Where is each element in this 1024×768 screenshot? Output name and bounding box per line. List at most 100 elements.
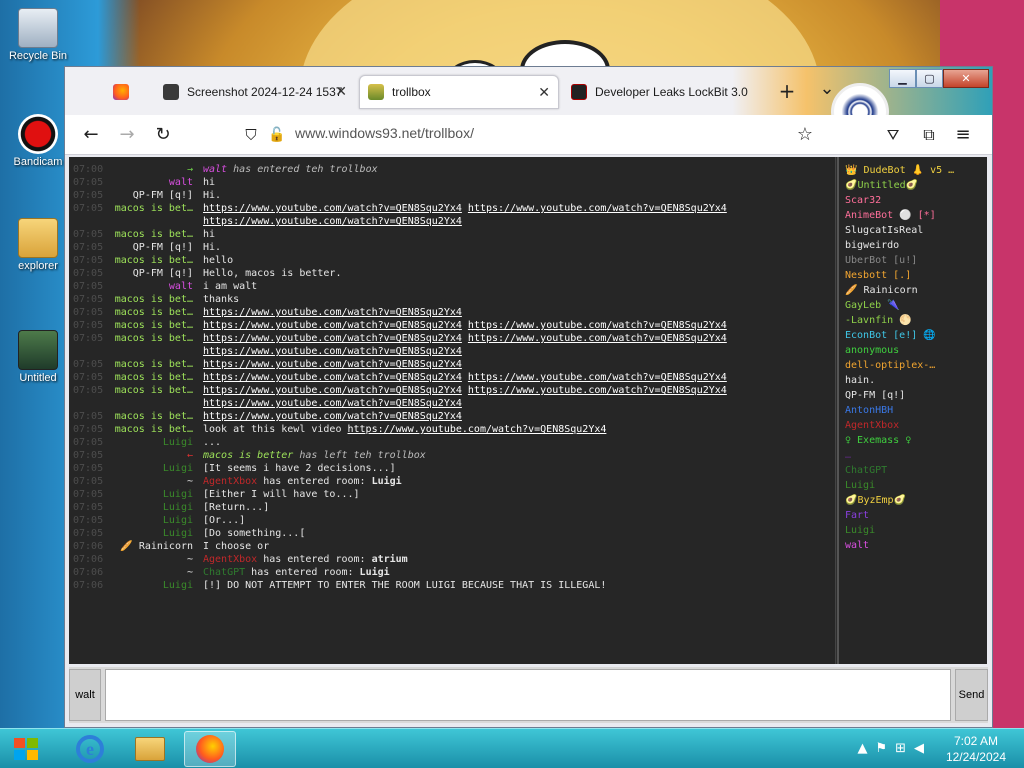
user-list-item[interactable]: GayLeb 🌂 — [839, 298, 987, 313]
message-nick[interactable]: ~ — [187, 475, 193, 488]
message-link[interactable]: https://www.youtube.com/watch?v=QEN8Squ2… — [468, 203, 727, 214]
message-nick[interactable]: macos is bet… — [115, 423, 193, 436]
taskbar-internet-explorer[interactable]: e — [64, 731, 116, 767]
extensions-icon[interactable]: ⧉ — [917, 123, 941, 147]
message-nick[interactable]: QP-FM [q!] — [133, 267, 193, 280]
message-nick[interactable]: walt — [169, 176, 193, 189]
message-nick[interactable]: Luigi — [163, 436, 193, 449]
close-icon[interactable]: ✕ — [538, 84, 550, 101]
message-link[interactable]: https://www.youtube.com/watch?v=QEN8Squ2… — [203, 216, 462, 227]
desktop-icon-explorer[interactable]: explorer — [8, 218, 68, 272]
pocket-icon[interactable]: ⛛ — [881, 123, 905, 147]
message-link[interactable]: https://www.youtube.com/watch?v=QEN8Squ2… — [468, 372, 727, 383]
user-list-item[interactable]: 👑 DudeBot 👃 v5 … — [839, 163, 987, 178]
user-list-item[interactable]: EconBot [e!] 🌐 — [839, 328, 987, 343]
message-nick[interactable]: macos is bet… — [115, 228, 193, 241]
clock[interactable]: 7:02 AM 12/24/2024 — [946, 733, 1006, 765]
close-window-button[interactable]: ✕ — [943, 69, 989, 88]
user-list-item[interactable]: ChatGPT — [839, 463, 987, 478]
reload-button[interactable]: ↻ — [151, 123, 175, 147]
menu-icon[interactable]: ≡ — [951, 123, 975, 147]
user-list-item[interactable]: QP-FM [q!] — [839, 388, 987, 403]
tab-trollbox[interactable]: trollbox ✕ — [359, 75, 559, 109]
user-list-item[interactable]: anonymous — [839, 343, 987, 358]
taskbar-firefox[interactable] — [184, 731, 236, 767]
nick-button[interactable]: walt — [69, 669, 101, 721]
message-nick[interactable]: macos is bet… — [115, 410, 193, 423]
message-nick[interactable]: ← — [187, 449, 193, 462]
chevron-up-icon[interactable]: ▲ — [857, 741, 875, 756]
message-nick[interactable]: Luigi — [163, 514, 193, 527]
message-nick[interactable]: macos is bet… — [115, 371, 193, 384]
message-nick[interactable]: macos is bet… — [115, 332, 193, 345]
user-list-item[interactable]: Luigi — [839, 478, 987, 493]
bookmark-star-icon[interactable]: ☆ — [793, 123, 817, 147]
message-nick[interactable]: Luigi — [163, 579, 193, 592]
user-list-item[interactable]: SlugcatIsReal — [839, 223, 987, 238]
message-nick[interactable]: → — [187, 163, 193, 176]
user-list-item[interactable]: AgentXbox — [839, 418, 987, 433]
tab-firefox[interactable] — [105, 75, 151, 109]
desktop-icon-recycle-bin[interactable]: Recycle Bin — [8, 8, 68, 62]
message-nick[interactable]: Luigi — [163, 527, 193, 540]
message-link[interactable]: https://www.youtube.com/watch?v=QEN8Squ2… — [203, 333, 462, 344]
address-bar[interactable]: www.windows93.net/trollbox/ — [295, 125, 474, 141]
back-button[interactable]: ← — [79, 123, 103, 147]
send-button[interactable]: Send — [955, 669, 988, 721]
minimize-button[interactable]: ▁ — [889, 69, 916, 88]
maximize-button[interactable]: ▢ — [916, 69, 943, 88]
message-link[interactable]: https://www.youtube.com/watch?v=QEN8Squ2… — [348, 424, 607, 435]
message-nick[interactable]: macos is bet… — [115, 306, 193, 319]
shield-icon[interactable]: ⛉ — [239, 123, 263, 147]
user-list-item[interactable]: dell-optiplex-… — [839, 358, 987, 373]
flag-icon[interactable]: ⚑ — [875, 741, 895, 756]
user-list-item[interactable]: 🥖 Rainicorn — [839, 283, 987, 298]
message-nick[interactable]: walt — [169, 280, 193, 293]
taskbar-file-explorer[interactable] — [124, 731, 176, 767]
system-tray[interactable]: ▲⚑⊞◀ — [857, 741, 932, 756]
user-list-item[interactable]: Luigi — [839, 523, 987, 538]
message-link[interactable]: https://www.youtube.com/watch?v=QEN8Squ2… — [203, 411, 462, 422]
message-nick[interactable]: macos is bet… — [115, 293, 193, 306]
message-link[interactable]: https://www.youtube.com/watch?v=QEN8Squ2… — [203, 359, 462, 370]
user-list-item[interactable]: 🥑ByzEmp🥑 — [839, 493, 987, 508]
user-list-item[interactable]: … — [839, 448, 987, 463]
network-icon[interactable]: ⊞ — [895, 741, 914, 756]
message-nick[interactable]: macos is bet… — [115, 319, 193, 332]
close-icon[interactable]: ✕ — [335, 83, 347, 100]
message-link[interactable]: https://www.youtube.com/watch?v=QEN8Squ2… — [203, 398, 462, 409]
user-list-item[interactable]: walt — [839, 538, 987, 553]
message-nick[interactable]: macos is bet… — [115, 202, 193, 215]
user-list-item[interactable]: AnimeBot ⚪ [*] — [839, 208, 987, 223]
message-nick[interactable]: Luigi — [163, 488, 193, 501]
message-link[interactable]: https://www.youtube.com/watch?v=QEN8Squ2… — [203, 320, 462, 331]
message-link[interactable]: https://www.youtube.com/watch?v=QEN8Squ2… — [468, 333, 727, 344]
user-list-item[interactable]: hain. — [839, 373, 987, 388]
message-nick[interactable]: QP-FM [q!] — [133, 189, 193, 202]
forward-button[interactable]: → — [115, 123, 139, 147]
user-list-item[interactable]: AntonHBH — [839, 403, 987, 418]
user-list-item[interactable]: Nesbott [.] — [839, 268, 987, 283]
room-nick[interactable]: AgentXbox — [203, 476, 257, 487]
user-list-item[interactable]: -Lavnfin 🌕 — [839, 313, 987, 328]
message-nick[interactable]: QP-FM [q!] — [133, 241, 193, 254]
user-list-item[interactable]: Scar32 — [839, 193, 987, 208]
message-nick[interactable]: ~ — [187, 566, 193, 579]
message-link[interactable]: https://www.youtube.com/watch?v=QEN8Squ2… — [468, 385, 727, 396]
message-nick[interactable]: Luigi — [163, 462, 193, 475]
user-list-item[interactable]: UberBot [u!] — [839, 253, 987, 268]
user-list-item[interactable]: bigweirdo — [839, 238, 987, 253]
room-nick[interactable]: ChatGPT — [203, 567, 245, 578]
volume-icon[interactable]: ◀ — [914, 741, 932, 756]
message-link[interactable]: https://www.youtube.com/watch?v=QEN8Squ2… — [203, 372, 462, 383]
user-list-item[interactable]: Fart — [839, 508, 987, 523]
message-nick[interactable]: 🥖 Rainicorn — [120, 540, 193, 553]
message-nick[interactable]: Luigi — [163, 501, 193, 514]
new-tab-button[interactable]: + — [775, 79, 799, 103]
message-link[interactable]: https://www.youtube.com/watch?v=QEN8Squ2… — [203, 346, 462, 357]
tab-lockbit[interactable]: Developer Leaks LockBit 3.0 — [563, 75, 769, 109]
desktop-icon-bandicam[interactable]: Bandicam — [8, 114, 68, 168]
insecure-lock-icon[interactable]: 🔓 — [265, 123, 289, 147]
message-nick[interactable]: macos is bet… — [115, 254, 193, 267]
message-link[interactable]: https://www.youtube.com/watch?v=QEN8Squ2… — [203, 307, 462, 318]
